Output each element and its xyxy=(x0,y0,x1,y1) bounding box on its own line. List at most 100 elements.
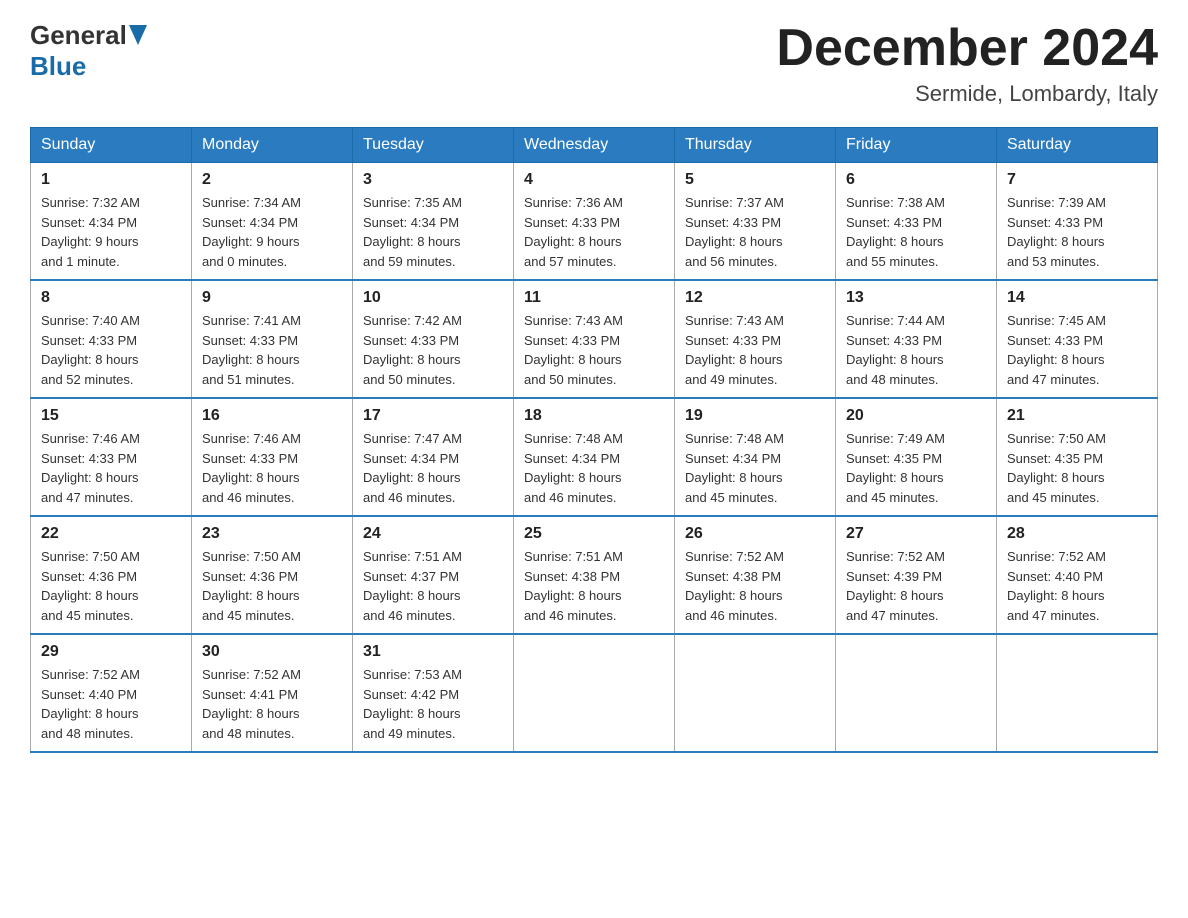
day-info: Sunrise: 7:52 AMSunset: 4:41 PMDaylight:… xyxy=(202,665,342,743)
day-cell: 3 Sunrise: 7:35 AMSunset: 4:34 PMDayligh… xyxy=(353,163,514,281)
day-number: 15 xyxy=(41,407,181,425)
day-number: 13 xyxy=(846,289,986,307)
day-cell: 16 Sunrise: 7:46 AMSunset: 4:33 PMDaylig… xyxy=(192,398,353,516)
header-row: SundayMondayTuesdayWednesdayThursdayFrid… xyxy=(31,128,1158,163)
day-cell: 8 Sunrise: 7:40 AMSunset: 4:33 PMDayligh… xyxy=(31,280,192,398)
day-number: 18 xyxy=(524,407,664,425)
day-number: 29 xyxy=(41,643,181,661)
day-number: 12 xyxy=(685,289,825,307)
day-number: 8 xyxy=(41,289,181,307)
calendar-body: 1 Sunrise: 7:32 AMSunset: 4:34 PMDayligh… xyxy=(31,163,1158,753)
day-info: Sunrise: 7:50 AMSunset: 4:36 PMDaylight:… xyxy=(41,547,181,625)
day-cell: 22 Sunrise: 7:50 AMSunset: 4:36 PMDaylig… xyxy=(31,516,192,634)
day-info: Sunrise: 7:45 AMSunset: 4:33 PMDaylight:… xyxy=(1007,311,1147,389)
day-cell xyxy=(836,634,997,752)
day-cell: 6 Sunrise: 7:38 AMSunset: 4:33 PMDayligh… xyxy=(836,163,997,281)
day-number: 6 xyxy=(846,171,986,189)
day-cell xyxy=(675,634,836,752)
day-cell: 30 Sunrise: 7:52 AMSunset: 4:41 PMDaylig… xyxy=(192,634,353,752)
header-cell-wednesday: Wednesday xyxy=(514,128,675,163)
day-cell: 12 Sunrise: 7:43 AMSunset: 4:33 PMDaylig… xyxy=(675,280,836,398)
day-number: 25 xyxy=(524,525,664,543)
day-info: Sunrise: 7:34 AMSunset: 4:34 PMDaylight:… xyxy=(202,193,342,271)
day-cell: 25 Sunrise: 7:51 AMSunset: 4:38 PMDaylig… xyxy=(514,516,675,634)
header-cell-monday: Monday xyxy=(192,128,353,163)
day-info: Sunrise: 7:36 AMSunset: 4:33 PMDaylight:… xyxy=(524,193,664,271)
day-cell: 27 Sunrise: 7:52 AMSunset: 4:39 PMDaylig… xyxy=(836,516,997,634)
day-info: Sunrise: 7:48 AMSunset: 4:34 PMDaylight:… xyxy=(524,429,664,507)
day-info: Sunrise: 7:48 AMSunset: 4:34 PMDaylight:… xyxy=(685,429,825,507)
day-number: 24 xyxy=(363,525,503,543)
logo-blue-text: Blue xyxy=(30,51,86,82)
day-cell: 2 Sunrise: 7:34 AMSunset: 4:34 PMDayligh… xyxy=(192,163,353,281)
header-cell-tuesday: Tuesday xyxy=(353,128,514,163)
title-block: December 2024 Sermide, Lombardy, Italy xyxy=(776,20,1158,107)
day-cell: 7 Sunrise: 7:39 AMSunset: 4:33 PMDayligh… xyxy=(997,163,1158,281)
day-info: Sunrise: 7:44 AMSunset: 4:33 PMDaylight:… xyxy=(846,311,986,389)
day-number: 4 xyxy=(524,171,664,189)
day-number: 20 xyxy=(846,407,986,425)
day-cell: 11 Sunrise: 7:43 AMSunset: 4:33 PMDaylig… xyxy=(514,280,675,398)
day-cell: 29 Sunrise: 7:52 AMSunset: 4:40 PMDaylig… xyxy=(31,634,192,752)
day-cell xyxy=(514,634,675,752)
day-info: Sunrise: 7:32 AMSunset: 4:34 PMDaylight:… xyxy=(41,193,181,271)
logo-general-text: General xyxy=(30,20,127,50)
logo-general: General xyxy=(30,20,147,51)
day-number: 1 xyxy=(41,171,181,189)
day-cell xyxy=(997,634,1158,752)
day-cell: 31 Sunrise: 7:53 AMSunset: 4:42 PMDaylig… xyxy=(353,634,514,752)
day-info: Sunrise: 7:43 AMSunset: 4:33 PMDaylight:… xyxy=(524,311,664,389)
header-cell-thursday: Thursday xyxy=(675,128,836,163)
day-info: Sunrise: 7:47 AMSunset: 4:34 PMDaylight:… xyxy=(363,429,503,507)
day-info: Sunrise: 7:50 AMSunset: 4:35 PMDaylight:… xyxy=(1007,429,1147,507)
day-info: Sunrise: 7:43 AMSunset: 4:33 PMDaylight:… xyxy=(685,311,825,389)
day-number: 5 xyxy=(685,171,825,189)
day-info: Sunrise: 7:41 AMSunset: 4:33 PMDaylight:… xyxy=(202,311,342,389)
day-info: Sunrise: 7:39 AMSunset: 4:33 PMDaylight:… xyxy=(1007,193,1147,271)
day-info: Sunrise: 7:52 AMSunset: 4:40 PMDaylight:… xyxy=(41,665,181,743)
day-number: 28 xyxy=(1007,525,1147,543)
calendar-header: SundayMondayTuesdayWednesdayThursdayFrid… xyxy=(31,128,1158,163)
day-info: Sunrise: 7:46 AMSunset: 4:33 PMDaylight:… xyxy=(41,429,181,507)
day-number: 22 xyxy=(41,525,181,543)
header-cell-saturday: Saturday xyxy=(997,128,1158,163)
day-cell: 18 Sunrise: 7:48 AMSunset: 4:34 PMDaylig… xyxy=(514,398,675,516)
week-row-2: 8 Sunrise: 7:40 AMSunset: 4:33 PMDayligh… xyxy=(31,280,1158,398)
day-info: Sunrise: 7:51 AMSunset: 4:37 PMDaylight:… xyxy=(363,547,503,625)
day-cell: 23 Sunrise: 7:50 AMSunset: 4:36 PMDaylig… xyxy=(192,516,353,634)
day-number: 27 xyxy=(846,525,986,543)
day-info: Sunrise: 7:46 AMSunset: 4:33 PMDaylight:… xyxy=(202,429,342,507)
day-cell: 19 Sunrise: 7:48 AMSunset: 4:34 PMDaylig… xyxy=(675,398,836,516)
day-cell: 10 Sunrise: 7:42 AMSunset: 4:33 PMDaylig… xyxy=(353,280,514,398)
week-row-4: 22 Sunrise: 7:50 AMSunset: 4:36 PMDaylig… xyxy=(31,516,1158,634)
day-info: Sunrise: 7:51 AMSunset: 4:38 PMDaylight:… xyxy=(524,547,664,625)
header-cell-sunday: Sunday xyxy=(31,128,192,163)
day-cell: 26 Sunrise: 7:52 AMSunset: 4:38 PMDaylig… xyxy=(675,516,836,634)
day-number: 10 xyxy=(363,289,503,307)
day-number: 14 xyxy=(1007,289,1147,307)
logo: General Blue xyxy=(30,20,147,82)
logo-triangle-icon xyxy=(129,25,147,45)
day-info: Sunrise: 7:37 AMSunset: 4:33 PMDaylight:… xyxy=(685,193,825,271)
logo-blue-line: Blue xyxy=(30,51,86,82)
day-cell: 5 Sunrise: 7:37 AMSunset: 4:33 PMDayligh… xyxy=(675,163,836,281)
week-row-5: 29 Sunrise: 7:52 AMSunset: 4:40 PMDaylig… xyxy=(31,634,1158,752)
day-number: 3 xyxy=(363,171,503,189)
day-cell: 4 Sunrise: 7:36 AMSunset: 4:33 PMDayligh… xyxy=(514,163,675,281)
day-cell: 20 Sunrise: 7:49 AMSunset: 4:35 PMDaylig… xyxy=(836,398,997,516)
location-title: Sermide, Lombardy, Italy xyxy=(776,81,1158,107)
day-info: Sunrise: 7:49 AMSunset: 4:35 PMDaylight:… xyxy=(846,429,986,507)
day-number: 11 xyxy=(524,289,664,307)
day-number: 31 xyxy=(363,643,503,661)
day-cell: 21 Sunrise: 7:50 AMSunset: 4:35 PMDaylig… xyxy=(997,398,1158,516)
day-cell: 13 Sunrise: 7:44 AMSunset: 4:33 PMDaylig… xyxy=(836,280,997,398)
day-cell: 14 Sunrise: 7:45 AMSunset: 4:33 PMDaylig… xyxy=(997,280,1158,398)
header-cell-friday: Friday xyxy=(836,128,997,163)
day-info: Sunrise: 7:38 AMSunset: 4:33 PMDaylight:… xyxy=(846,193,986,271)
day-number: 9 xyxy=(202,289,342,307)
day-info: Sunrise: 7:52 AMSunset: 4:39 PMDaylight:… xyxy=(846,547,986,625)
day-info: Sunrise: 7:52 AMSunset: 4:38 PMDaylight:… xyxy=(685,547,825,625)
day-info: Sunrise: 7:52 AMSunset: 4:40 PMDaylight:… xyxy=(1007,547,1147,625)
day-cell: 17 Sunrise: 7:47 AMSunset: 4:34 PMDaylig… xyxy=(353,398,514,516)
page-header: General Blue December 2024 Sermide, Lomb… xyxy=(30,20,1158,107)
